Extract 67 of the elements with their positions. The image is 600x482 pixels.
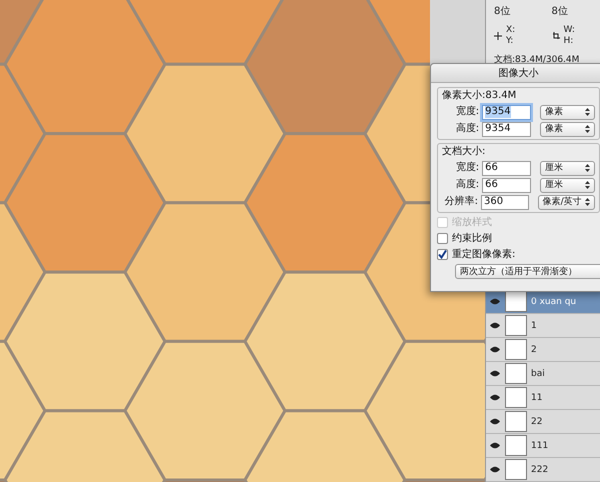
unit-dropdown[interactable]: 像素 [540,122,595,136]
crosshair-icon [494,32,502,40]
layer-name: 222 [531,464,548,474]
group-title: 文档大小: [442,146,486,158]
layer-name: bai [531,368,545,378]
number-input[interactable]: 66 [482,178,532,192]
layer-thumbnail [505,435,527,456]
unit-dropdown[interactable]: 厘米 [540,160,595,176]
unit-dropdown[interactable]: 像素 [540,104,595,120]
unit-dropdown[interactable]: 像素/英寸 [538,194,595,210]
layer-thumbnail [505,291,527,312]
layer-name: 1 [531,320,537,330]
layer-row[interactable]: 2 [486,338,600,362]
stepper-icon [585,198,590,206]
layer-thumbnail [505,459,527,480]
layer-name: 0 xuan qu [531,296,576,306]
eye-icon[interactable] [490,418,500,425]
number-input[interactable]: 9354 [482,104,532,120]
eye-icon[interactable] [490,394,500,401]
position-labels: X: Y: [506,25,516,47]
eye-icon[interactable] [490,370,500,377]
layer-row[interactable]: 11 [486,386,600,410]
unit-dropdown[interactable]: 厘米 [540,178,595,192]
number-input[interactable]: 360 [481,194,529,210]
eye-icon[interactable] [490,298,500,305]
number-input[interactable]: 9354 [482,122,532,136]
layer-thumbnail [505,387,527,408]
eye-icon[interactable] [490,442,500,449]
selection-size-icon [552,32,560,40]
layer-name: 111 [531,440,548,450]
layer-row[interactable]: 111 [486,434,600,458]
layer-thumbnail [505,315,527,336]
checkbox-label: 约束比例 [452,232,492,244]
eye-icon[interactable] [490,322,500,329]
stepper-icon [585,108,590,116]
size-labels: W: H: [564,25,575,47]
stepper-icon [585,125,590,133]
layer-row[interactable]: 222 [486,458,600,482]
field-label: 宽度: [454,106,480,118]
number-input[interactable]: 66 [482,160,532,176]
layer-thumbnail [505,339,527,360]
stepper-icon [585,181,590,189]
stepper-icon [585,164,590,172]
checkbox[interactable] [437,233,448,244]
field-label: 高度: [454,179,480,191]
layer-row[interactable]: 22 [486,410,600,434]
layer-thumbnail [505,363,527,384]
layer-thumbnail [505,411,527,432]
bit-depth: 8位 [550,4,569,18]
dialog-title: 图像大小 [431,64,600,83]
checkbox-label: 重定图像像素: [452,248,516,260]
layer-name: 11 [531,392,542,402]
checkbox-label: 缩放样式 [452,216,492,228]
checkbox[interactable] [437,249,448,260]
field-label: 高度: [454,123,480,135]
eye-icon[interactable] [490,466,500,473]
layer-row[interactable]: bai [486,362,600,386]
field-label: 宽度: [454,162,480,174]
field-label: 分辨率: [444,196,478,208]
layer-row[interactable]: 1 [486,314,600,338]
layer-name: 2 [531,344,537,354]
layer-name: 22 [531,416,542,426]
bit-depth: 8位 [493,4,512,18]
eye-icon[interactable] [490,346,500,353]
resample-dropdown[interactable]: 两次立方（适用于平滑渐变） [455,264,600,279]
document-size: 文档:83.4M/306.4M [493,54,580,66]
group-title: 像素大小:83.4M [442,90,518,102]
